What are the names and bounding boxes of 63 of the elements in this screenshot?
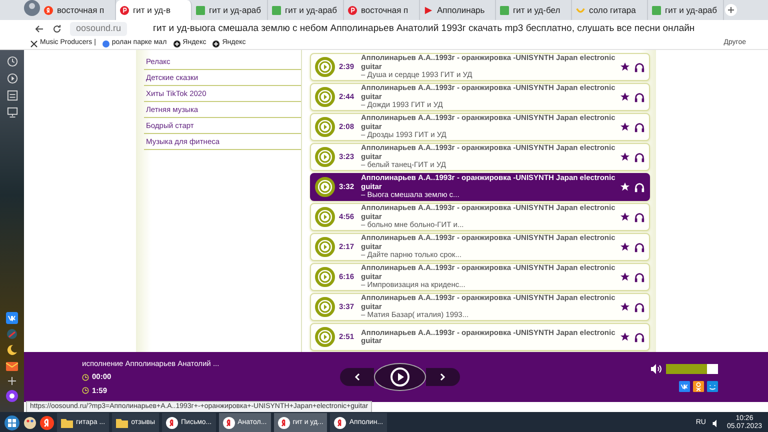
square-icon	[652, 6, 661, 14]
headphones-icon[interactable]	[634, 302, 645, 312]
plus-icon[interactable]	[7, 376, 17, 386]
star-icon[interactable]	[620, 92, 630, 102]
vk-icon[interactable]	[6, 312, 18, 324]
star-icon[interactable]	[620, 62, 630, 72]
folder-icon	[116, 417, 128, 429]
start-icon[interactable]	[4, 415, 20, 431]
page-title: гит и уд-выога смешала землю с небом Апполинарьев Анатолий 1993г скачать mp3 бесплатно, слушать все песни онлайн	[153, 22, 695, 36]
chevron-left-icon	[354, 373, 360, 381]
square-icon	[272, 6, 281, 14]
clock-icon	[82, 386, 89, 394]
chevron-right-icon	[440, 373, 446, 381]
star-icon[interactable]	[620, 212, 630, 222]
play-icon[interactable]	[315, 177, 335, 197]
moon-icon[interactable]	[6, 344, 18, 356]
headphones-icon[interactable]	[634, 212, 645, 222]
headphones-icon[interactable]	[634, 152, 645, 162]
headphones-icon[interactable]	[634, 332, 645, 342]
headphones-icon[interactable]	[634, 242, 645, 252]
screen-icon[interactable]	[6, 107, 18, 118]
history-icon[interactable]	[6, 56, 18, 67]
p-icon	[348, 6, 357, 14]
play-icon	[390, 367, 410, 387]
yandex-icon	[44, 6, 53, 14]
square-icon	[500, 6, 509, 14]
play-button[interactable]	[374, 363, 426, 391]
next-button[interactable]	[426, 368, 460, 386]
star-icon[interactable]	[620, 182, 630, 192]
yandex-icon	[166, 417, 178, 429]
play-icon	[424, 6, 433, 14]
reload-icon[interactable]	[52, 24, 62, 34]
star-icon[interactable]	[620, 332, 630, 342]
back-icon[interactable]	[34, 24, 44, 34]
star-icon[interactable]	[620, 302, 630, 312]
yandex-icon	[278, 417, 290, 429]
yandex-icon[interactable]	[40, 416, 54, 430]
paint-icon[interactable]	[23, 416, 37, 430]
volume-slider[interactable]	[666, 364, 718, 374]
headphones-icon[interactable]	[634, 272, 645, 282]
headphones-icon[interactable]	[634, 182, 645, 192]
address-domain[interactable]: oosound.ru	[70, 22, 128, 36]
headphones-icon[interactable]	[634, 122, 645, 132]
browser-tab[interactable]: гит и уд-в	[116, 0, 192, 20]
calendar-icon[interactable]	[6, 90, 18, 101]
speaker-icon[interactable]	[650, 362, 662, 374]
headphones-icon[interactable]	[634, 62, 645, 72]
star-icon[interactable]	[620, 152, 630, 162]
previous-button[interactable]	[340, 368, 374, 386]
clock-icon	[82, 374, 89, 380]
yandex-icon	[222, 417, 235, 429]
ok-icon[interactable]	[693, 380, 704, 392]
vk-icon[interactable]	[679, 380, 690, 392]
square-icon	[196, 6, 205, 14]
headphones-icon[interactable]	[634, 92, 645, 102]
star-icon[interactable]	[620, 242, 630, 252]
folder-icon	[61, 417, 73, 429]
star-icon[interactable]	[620, 122, 630, 132]
p-icon	[120, 6, 129, 14]
star-icon[interactable]	[620, 272, 630, 282]
avatar-icon[interactable]	[24, 0, 40, 16]
smile-icon	[576, 6, 585, 14]
yandex-icon	[334, 417, 346, 429]
